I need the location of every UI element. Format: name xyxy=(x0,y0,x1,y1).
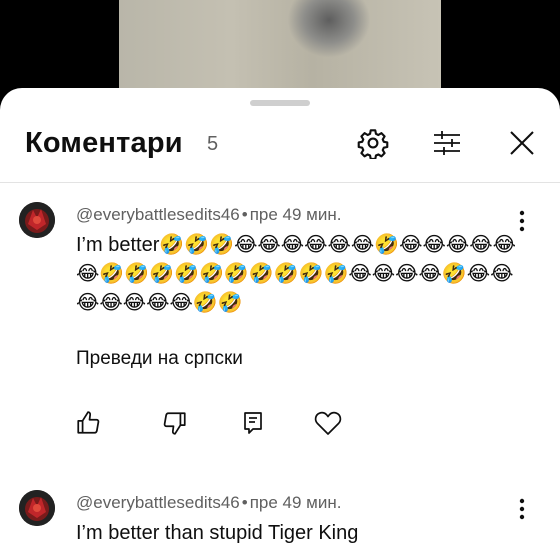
settings-button[interactable] xyxy=(355,125,391,161)
close-icon xyxy=(510,131,534,155)
sort-filter-icon xyxy=(434,131,460,155)
comment-meta: @everybattlesedits46 • пре 49 мин. xyxy=(76,205,341,225)
heart-icon xyxy=(314,411,342,435)
heart-button[interactable] xyxy=(313,408,343,438)
comments-count: 5 xyxy=(207,133,219,155)
avatar[interactable] xyxy=(19,202,55,238)
avatar-image xyxy=(19,202,55,238)
sort-filter-button[interactable] xyxy=(429,125,465,161)
comment-actions xyxy=(0,408,560,448)
comment-text: I’m better🤣🤣🤣😂😂😂😂😂😂🤣😂😂😂😂😂😂🤣🤣🤣🤣🤣🤣🤣🤣🤣🤣😂😂😂😂… xyxy=(76,234,517,314)
comment-meta: @everybattlesedits46 • пре 49 мин. xyxy=(76,493,341,513)
thumbs-up-icon xyxy=(77,411,100,434)
meta-separator: • xyxy=(241,205,248,224)
dislike-button[interactable] xyxy=(160,408,190,438)
comments-title: Коментари xyxy=(25,127,183,159)
video-frame[interactable] xyxy=(119,0,441,100)
comment-author[interactable]: @everybattlesedits46 xyxy=(76,205,240,224)
comment-author[interactable]: @everybattlesedits46 xyxy=(76,493,240,512)
gear-icon xyxy=(357,129,389,159)
comments-header: Коментари 5 xyxy=(0,88,560,184)
comments-sheet: Коментари 5 @everybattlesedits46 • пре 4… xyxy=(0,88,560,560)
comment-text: I’m better than stupid Tiger King xyxy=(76,522,359,544)
meta-separator: • xyxy=(241,493,248,512)
avatar-image xyxy=(19,490,55,526)
video-player[interactable] xyxy=(0,0,560,100)
more-vert-icon xyxy=(519,210,525,232)
reply-icon xyxy=(244,412,262,434)
thumbs-down-icon xyxy=(163,412,186,435)
like-button[interactable] xyxy=(73,408,103,438)
comment-time: пре 49 мин. xyxy=(249,205,342,224)
comment-time: пре 49 мин. xyxy=(249,493,342,512)
reply-button[interactable] xyxy=(238,408,268,438)
translate-link[interactable]: Преведи на српски xyxy=(76,348,243,370)
more-vert-icon xyxy=(519,498,525,520)
header-divider xyxy=(0,182,560,183)
avatar[interactable] xyxy=(19,490,55,526)
close-button[interactable] xyxy=(504,125,540,161)
